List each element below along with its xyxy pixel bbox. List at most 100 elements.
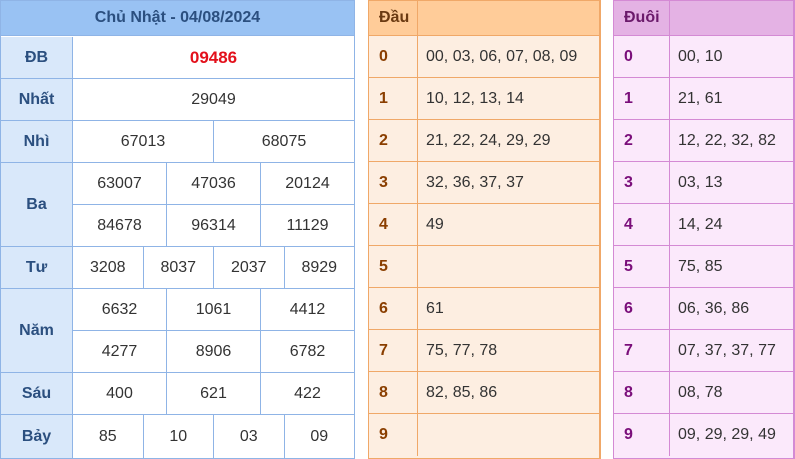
head-digit-header: Đầu (369, 1, 599, 36)
digit-values (418, 246, 599, 287)
prize-label: Sáu (1, 373, 73, 414)
prize-number: 29049 (191, 90, 236, 108)
prize-label: Tư (1, 247, 73, 288)
digit-values: 21, 22, 24, 29, 29 (426, 131, 551, 149)
prize-row-fourth: Tư 3208 8037 2037 8929 (1, 247, 354, 289)
prize-number: 10 (144, 415, 214, 458)
prize-number: 68075 (261, 132, 307, 150)
prize-label: Ba (1, 163, 73, 246)
prize-number: 6632 (73, 289, 167, 330)
prize-number: 6782 (289, 342, 326, 360)
prize-number: 4277 (73, 331, 167, 372)
digit-values: 10, 12, 13, 14 (426, 89, 524, 107)
digit-key: 7 (369, 330, 418, 371)
digit-key: 0 (369, 36, 418, 77)
digit-values: 03, 13 (678, 173, 723, 191)
digit-key: 6 (614, 288, 670, 329)
digit-key: 3 (369, 162, 418, 203)
digit-values: 00, 03, 06, 07, 08, 09 (426, 47, 578, 65)
prize-label: Bảy (1, 415, 73, 458)
prize-number: 67013 (73, 121, 214, 162)
prize-number: 09 (310, 427, 329, 445)
head-digit-row: 1 10, 12, 13, 14 (369, 78, 599, 120)
digit-key: 7 (614, 330, 670, 371)
head-digit-row: 3 32, 36, 37, 37 (369, 162, 599, 204)
prize-label: Năm (1, 289, 73, 372)
digit-values: 49 (426, 215, 444, 233)
head-digit-row: 6 61 (369, 288, 599, 330)
prize-number: 47036 (167, 163, 261, 204)
digit-key: 4 (614, 204, 670, 245)
digit-values (418, 414, 599, 456)
digit-values: 00, 10 (678, 47, 723, 65)
digit-key: 9 (369, 414, 418, 456)
prize-number: 621 (167, 373, 261, 414)
head-digit-row: 7 75, 77, 78 (369, 330, 599, 372)
digit-key: 3 (614, 162, 670, 203)
results-date-title: Chủ Nhật - 04/08/2024 (1, 1, 354, 36)
prize-number: 8906 (167, 331, 261, 372)
prize-number: 400 (73, 373, 167, 414)
digit-key: 8 (614, 372, 670, 413)
prize-row-fifth: Năm 6632 1061 4412 4277 8906 6782 (1, 289, 354, 373)
head-digit-row: 8 82, 85, 86 (369, 372, 599, 414)
digit-key: 4 (369, 204, 418, 245)
digit-values: 07, 37, 37, 77 (678, 341, 776, 359)
prize-number: 4412 (289, 300, 326, 318)
prize-label: Nhì (1, 121, 73, 162)
prize-row-seventh: Bảy 85 10 03 09 (1, 415, 354, 458)
digit-values: 75, 85 (678, 257, 723, 275)
tail-digit-row: 2 12, 22, 32, 82 (614, 120, 793, 162)
prize-number: 85 (73, 415, 144, 458)
digit-values: 75, 77, 78 (426, 341, 498, 359)
prize-number: 96314 (167, 205, 261, 246)
tail-digit-row: 8 08, 78 (614, 372, 793, 414)
head-digit-row: 9 (369, 414, 599, 456)
prize-number: 84678 (73, 205, 167, 246)
digit-key: 0 (614, 36, 670, 77)
prize-number: 3208 (73, 247, 144, 288)
head-digit-table: Đầu 0 00, 03, 06, 07, 08, 09 1 10, 12, 13,… (368, 0, 601, 459)
prize-row-sixth: Sáu 400 621 422 (1, 373, 354, 415)
head-digit-row: 2 21, 22, 24, 29, 29 (369, 120, 599, 162)
results-table: Chủ Nhật - 04/08/2024 ĐB 09486 Nhất 2904… (0, 0, 355, 459)
digit-key: 5 (369, 246, 418, 287)
prize-number: 11129 (286, 216, 329, 234)
digit-key: 1 (614, 78, 670, 119)
tail-digit-row: 3 03, 13 (614, 162, 793, 204)
tail-digit-table: Đuôi 0 00, 10 1 21, 61 2 12, 22, 32, 82 3 03… (613, 0, 795, 459)
digit-values: 08, 78 (678, 383, 723, 401)
prize-number: 1061 (167, 289, 261, 330)
tail-digit-row: 1 21, 61 (614, 78, 793, 120)
digit-key: 2 (369, 120, 418, 161)
prize-label: Nhất (1, 79, 73, 120)
prize-number: 03 (214, 415, 285, 458)
digit-key: 9 (614, 414, 670, 456)
prize-label: ĐB (1, 37, 73, 78)
prize-number-special: 09486 (189, 47, 238, 67)
digit-values: 61 (426, 299, 444, 317)
digit-key: 8 (369, 372, 418, 413)
prize-row-first: Nhất 29049 (1, 79, 354, 121)
head-digit-header-label: Đầu (369, 1, 418, 35)
digit-values: 21, 61 (678, 89, 723, 107)
digit-values: 09, 29, 29, 49 (678, 426, 776, 443)
digit-values: 06, 36, 86 (678, 299, 750, 317)
prize-number: 8037 (144, 247, 214, 288)
head-digit-row: 4 49 (369, 204, 599, 246)
prize-number: 2037 (214, 247, 285, 288)
digit-key: 2 (614, 120, 670, 161)
tail-digit-row: 4 14, 24 (614, 204, 793, 246)
tail-digit-row: 5 75, 85 (614, 246, 793, 288)
prize-number: 20124 (285, 174, 330, 192)
prize-number: 422 (294, 384, 321, 402)
head-digit-row: 5 (369, 246, 599, 288)
digit-key: 5 (614, 246, 670, 287)
digit-key: 6 (369, 288, 418, 329)
tail-digit-header-label: Đuôi (614, 1, 670, 35)
tail-digit-header: Đuôi (614, 1, 793, 36)
tail-digit-row: 6 06, 36, 86 (614, 288, 793, 330)
digit-values: 14, 24 (678, 215, 723, 233)
prize-row-third: Ba 63007 47036 20124 84678 96314 11129 (1, 163, 354, 247)
digit-values: 82, 85, 86 (426, 383, 498, 401)
